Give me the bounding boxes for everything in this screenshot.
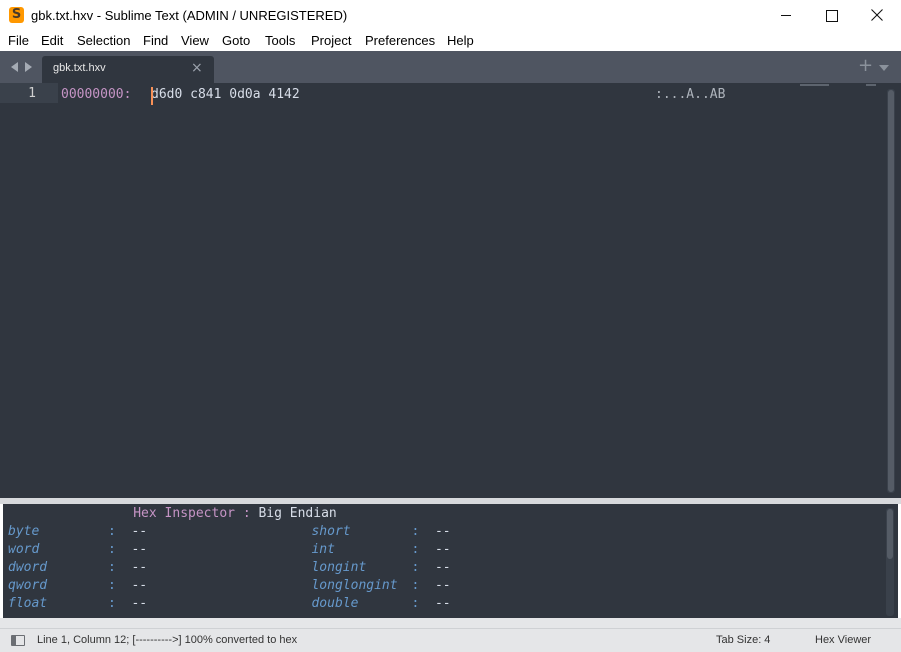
- inspector-right-label: longlongint: [311, 578, 398, 593]
- chevron-down-icon[interactable]: [879, 65, 889, 71]
- line-number: 1: [28, 86, 36, 101]
- sublime-app-icon: S: [9, 7, 24, 23]
- menu-selection[interactable]: Selection: [77, 31, 130, 51]
- inspector-left-value: --: [131, 578, 148, 593]
- inspector-separator: :: [108, 542, 116, 557]
- menu-goto[interactable]: Goto: [222, 31, 250, 51]
- editor-area[interactable]: 1 00000000: d6d0 c841 0d0a 4142 :...A..A…: [0, 83, 901, 498]
- plus-icon[interactable]: +: [858, 55, 873, 77]
- maximize-button[interactable]: [808, 0, 854, 31]
- status-position: Line 1, Column 12; [---------->] 100% co…: [37, 634, 298, 646]
- gutter-current-line: 1: [0, 83, 58, 103]
- inspector-row: dword: -- longint: --: [8, 559, 451, 577]
- inspector-separator: :: [108, 524, 116, 539]
- tab-bar: gbk.txt.hxv × +: [0, 51, 901, 83]
- triangle-right-icon[interactable]: [25, 62, 32, 72]
- menu-edit[interactable]: Edit: [41, 31, 63, 51]
- menu-help[interactable]: Help: [447, 31, 474, 51]
- hex-offset: 00000000:: [61, 87, 132, 102]
- inspector-left-value: --: [131, 524, 148, 539]
- status-bar-padding: [0, 618, 901, 628]
- status-syntax[interactable]: Hex Viewer: [815, 629, 871, 652]
- text-caret: [151, 87, 153, 105]
- inspector-right-value: --: [434, 524, 451, 539]
- inspector-right-value: --: [434, 542, 451, 557]
- inspector-separator: :: [108, 596, 116, 611]
- inspector-left-label: dword: [8, 560, 48, 575]
- inspector-left-value: --: [131, 542, 148, 557]
- menu-preferences[interactable]: Preferences: [365, 31, 435, 51]
- inspector-right-label: short: [311, 524, 351, 539]
- inspector-row: qword: -- longlongint: --: [8, 577, 451, 595]
- minimap-viewport[interactable]: [866, 84, 876, 86]
- hex-ascii: :...A..AB: [655, 87, 726, 102]
- inspector-title-separator: :: [242, 506, 251, 521]
- hex-bytes: d6d0 c841 0d0a 4142: [151, 87, 300, 102]
- inspector-right-value: --: [434, 596, 451, 611]
- inspector-title-line: Hex Inspector : Big Endian: [8, 505, 337, 523]
- inspector-right-value: --: [434, 560, 451, 575]
- tab-gbk-txt-hxv[interactable]: gbk.txt.hxv ×: [42, 56, 214, 83]
- inspector-row: float: -- double: --: [8, 595, 451, 613]
- sidebar-toggle-icon[interactable]: [11, 635, 25, 646]
- inspector-separator: :: [108, 560, 116, 575]
- title-bar: S gbk.txt.hxv - Sublime Text (ADMIN / UN…: [0, 0, 901, 31]
- close-window-button[interactable]: [854, 0, 900, 31]
- inspector-row: word: -- int: --: [8, 541, 451, 559]
- minimap[interactable]: [800, 84, 829, 86]
- menu-bar: File Edit Selection Find View Goto Tools…: [0, 31, 901, 51]
- inspector-endian: Big Endian: [258, 506, 337, 521]
- inspector-title: Hex Inspector: [133, 506, 235, 521]
- minimize-button[interactable]: [763, 0, 809, 31]
- inspector-left-value: --: [131, 560, 148, 575]
- inspector-left-label: float: [8, 596, 48, 611]
- inspector-left-value: --: [131, 596, 148, 611]
- window-title: gbk.txt.hxv - Sublime Text (ADMIN / UNRE…: [31, 8, 348, 23]
- close-icon: [871, 9, 883, 21]
- inspector-right-label: double: [311, 596, 359, 611]
- menu-project[interactable]: Project: [311, 31, 351, 51]
- tab-label: gbk.txt.hxv: [53, 62, 106, 74]
- inspector-right-label: longint: [311, 560, 367, 575]
- status-tab-size[interactable]: Tab Size: 4: [716, 629, 770, 652]
- close-icon[interactable]: ×: [191, 56, 203, 81]
- inspector-left-label: byte: [8, 524, 40, 539]
- inspector-left-label: qword: [8, 578, 48, 593]
- menu-tools[interactable]: Tools: [265, 31, 295, 51]
- menu-file[interactable]: File: [8, 31, 29, 51]
- triangle-left-icon[interactable]: [11, 62, 18, 72]
- editor-scrollbar-thumb[interactable]: [888, 90, 894, 492]
- status-bar: Line 1, Column 12; [---------->] 100% co…: [0, 628, 901, 652]
- inspector-right-label: int: [311, 542, 335, 557]
- menu-view[interactable]: View: [181, 31, 209, 51]
- inspector-right-value: --: [434, 578, 451, 593]
- hex-inspector-panel: Hex Inspector : Big Endian byte: -- short…: [3, 504, 898, 618]
- inspector-separator: :: [108, 578, 116, 593]
- menu-find[interactable]: Find: [143, 31, 168, 51]
- inspector-row: byte: -- short: --: [8, 523, 451, 541]
- inspector-left-label: word: [8, 542, 40, 557]
- panel-scrollbar-thumb[interactable]: [887, 509, 893, 559]
